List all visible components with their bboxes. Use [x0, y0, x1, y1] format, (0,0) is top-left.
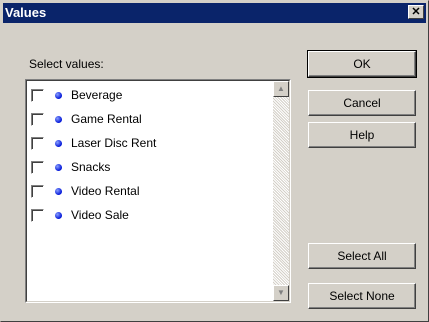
dialog-title: Values	[5, 5, 47, 20]
arrow-up-icon: ▲	[277, 84, 285, 93]
checkbox[interactable]	[31, 209, 44, 222]
checkbox[interactable]	[31, 89, 44, 102]
help-button[interactable]: Help	[308, 122, 416, 148]
arrow-down-icon: ▼	[277, 288, 285, 297]
list-item-label: Laser Disc Rent	[71, 136, 157, 150]
bullet-icon	[55, 212, 62, 219]
checkbox[interactable]	[31, 185, 44, 198]
select-none-button[interactable]: Select None	[308, 283, 416, 309]
ok-button[interactable]: OK	[307, 50, 417, 78]
list-item-label: Beverage	[71, 88, 123, 102]
listbox-frame: Beverage Game Rental Laser Disc Rent Sna…	[26, 80, 290, 302]
checkbox[interactable]	[31, 137, 44, 150]
scroll-up-button[interactable]: ▲	[273, 81, 289, 97]
list-item-label: Snacks	[71, 160, 111, 174]
checkbox[interactable]	[31, 113, 44, 126]
bullet-icon	[55, 92, 62, 99]
close-icon: ✕	[411, 6, 421, 18]
bullet-icon	[55, 188, 62, 195]
close-button[interactable]: ✕	[408, 5, 424, 19]
values-dialog: Values ✕ Select values: Beverage Game Re…	[0, 0, 429, 322]
bullet-icon	[55, 164, 62, 171]
list-item-label: Video Sale	[71, 208, 129, 222]
bullet-icon	[55, 140, 62, 147]
cancel-button[interactable]: Cancel	[308, 90, 416, 116]
values-listbox[interactable]: Beverage Game Rental Laser Disc Rent Sna…	[25, 79, 291, 303]
vertical-scrollbar[interactable]: ▲ ▼	[273, 81, 289, 301]
bullet-icon	[55, 116, 62, 123]
checkbox[interactable]	[31, 161, 44, 174]
scroll-down-button[interactable]: ▼	[273, 285, 289, 301]
title-bar[interactable]: Values ✕	[3, 3, 426, 23]
select-values-label: Select values:	[29, 57, 104, 71]
list-item-label: Game Rental	[71, 112, 142, 126]
list-item-label: Video Rental	[71, 184, 140, 198]
select-all-button[interactable]: Select All	[308, 243, 416, 269]
